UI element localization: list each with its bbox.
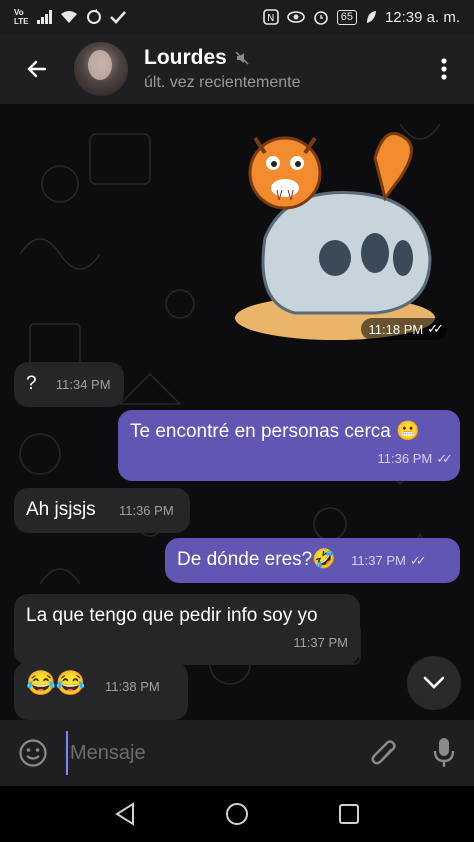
recents-square-icon[interactable] [338,803,360,825]
more-options-button[interactable] [414,34,474,104]
leaf-icon [366,11,376,23]
scroll-to-bottom-button[interactable] [407,656,461,710]
home-circle-icon[interactable] [225,802,249,826]
message-text: De dónde eres?🤣 [177,549,336,570]
message-time: 11:37 PM [351,553,406,568]
message-text: 😂😂 [26,670,86,697]
paperclip-icon [371,740,396,765]
message-time: 11:36 PM [118,503,174,518]
sticker-meta: 11:18 PM ✓✓ [360,318,447,340]
sticker-message[interactable]: 11:18 PM ✓✓ [225,118,455,350]
message-text: Te encontré en personas cerca 😬 [130,421,420,442]
battery-level: 65 [336,9,357,25]
message-time: 11:36 PM [377,451,433,466]
sync-icon [86,9,101,24]
read-ticks-icon: ✓✓ [409,553,427,568]
message-incoming[interactable]: ? 11:34 PM [14,362,124,407]
status-left: Vo LTE [14,8,126,26]
microphone-icon [433,738,455,767]
back-button[interactable] [0,34,74,104]
chat-area[interactable]: 11:18 PM ✓✓ ? 11:34 PM Te encontré en pe… [0,104,474,720]
read-ticks-icon: ✓✓ [427,321,444,336]
contact-info[interactable]: Lourdes últ. vez recientemente [144,46,414,92]
volte-indicator: Vo LTE [14,8,29,26]
arrow-left-icon [27,60,47,78]
more-vertical-icon [441,58,447,80]
message-incoming[interactable]: Ah jsjsjs 11:36 PM [14,488,190,533]
message-incoming[interactable]: La que tengo que pedir info soy yo 11:37… [14,594,360,665]
message-composer [0,720,474,786]
wifi-icon [60,11,77,23]
message-time: 11:18 PM [368,321,424,337]
check-icon [109,11,126,24]
svg-text:N: N [267,13,274,24]
read-ticks-icon: ✓✓ [436,451,453,466]
alarm-icon [313,11,328,25]
chat-header: Lourdes últ. vez recientemente [0,34,474,104]
message-time: 11:38 PM [105,679,160,694]
chevron-down-icon [423,676,445,689]
avatar[interactable] [74,42,128,96]
nfc-icon: N [262,9,279,25]
message-text: La que tengo que pedir info soy yo [26,605,318,626]
message-incoming[interactable]: 😂😂 11:38 PM [14,662,188,720]
emoji-button[interactable] [0,720,66,786]
sticker-tiger-skull [235,132,435,340]
status-right: N 65 12:39 a. m. [262,8,460,26]
message-outgoing[interactable]: Te encontré en personas cerca 😬 11:36 PM… [118,410,460,481]
message-text: ? [26,373,37,394]
eye-icon [286,11,305,23]
emoji-icon [19,739,47,767]
message-input[interactable] [66,731,354,775]
message-text: Ah jsjsjs [26,499,96,520]
message-time: 11:34 PM [55,377,111,392]
system-nav-bar [0,786,474,842]
muted-icon [235,51,249,65]
contact-name: Lourdes [144,46,227,69]
message-outgoing[interactable]: De dónde eres?🤣 11:37 PM ✓✓ [165,538,460,583]
last-seen: últ. vez recientemente [144,74,301,91]
voice-button[interactable] [414,720,474,786]
status-time: 12:39 a. m. [384,8,460,26]
back-triangle-icon[interactable] [114,802,136,826]
signal-icon [36,10,52,24]
message-time: 11:37 PM [293,635,348,650]
attach-button[interactable] [354,720,414,786]
status-bar: Vo LTE N 65 12:39 a. m. [0,0,474,34]
